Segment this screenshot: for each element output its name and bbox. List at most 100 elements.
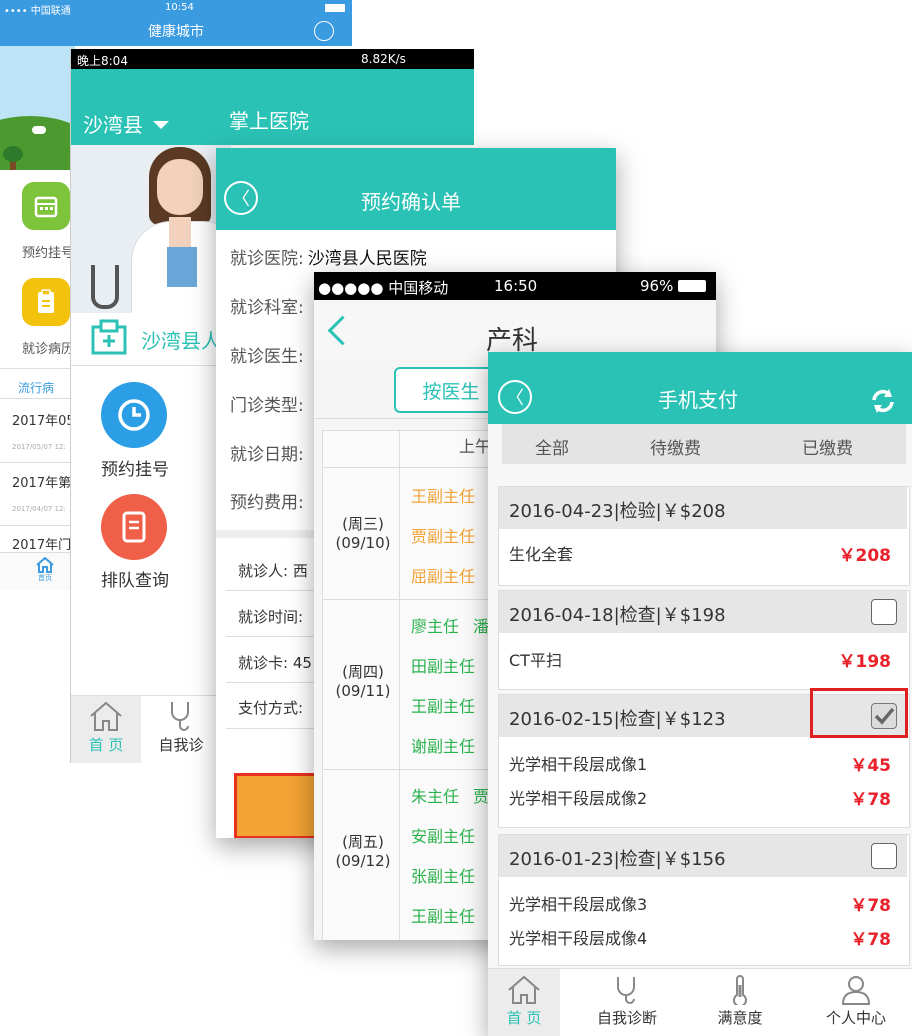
nav-home[interactable]: 首 页 [488, 969, 560, 1036]
doctor-slot[interactable]: 王副主任 [411, 693, 475, 717]
queue-icon[interactable] [101, 494, 167, 560]
item-name: 光学相干段层成像1 [509, 755, 648, 774]
status-bar: •••• 中国联通 10:54 [0, 0, 352, 17]
day-label: (周四) (09/11) [333, 661, 393, 700]
day-label: (周五) (09/12) [333, 831, 393, 870]
doctor-slot[interactable]: 张副主任 [411, 863, 475, 887]
info-label: 就诊医生: [230, 347, 304, 367]
home-icon [90, 701, 122, 731]
nav-home[interactable]: 首 页 [71, 696, 141, 763]
doctor-slot[interactable]: 王副主任 [411, 903, 475, 927]
hospital-icon [89, 319, 129, 355]
checkbox[interactable] [871, 599, 897, 625]
tab-epidemic[interactable]: 流行病 [18, 379, 55, 399]
page-title: 健康城市 [148, 24, 204, 40]
doctor-photo [71, 145, 231, 313]
home-icon [36, 557, 54, 573]
highlight-box [810, 688, 908, 738]
banner-image [0, 46, 75, 170]
title-bar: 健康城市 [0, 16, 352, 46]
info-label: 就诊时间: [238, 608, 304, 626]
battery-icon [325, 4, 345, 12]
menu-appointment-label: 预约挂号 [22, 246, 75, 261]
refresh-icon[interactable] [870, 388, 896, 414]
bill-item: 光学相干段层成像3 ￥78 [509, 891, 901, 921]
doctor-slot[interactable]: 朱主任 [411, 783, 459, 807]
checkbox[interactable] [871, 843, 897, 869]
home-icon [508, 975, 540, 1004]
bill-header-text: 2016-04-18|检查|￥$198 [509, 605, 726, 626]
status-carrier: •••• 中国联通 [4, 6, 71, 17]
nav-self-diagnosis-label: 自我诊断 [596, 1009, 657, 1027]
header-bar: 〈 手机支付 [488, 352, 912, 424]
item-price: ￥78 [850, 790, 891, 810]
weekday: (周五) [342, 833, 384, 851]
item-price: ￥208 [838, 546, 892, 566]
item-price: ￥78 [850, 896, 891, 916]
bill-header: 2016-04-18|检查|￥$198 [499, 591, 907, 633]
info-label: 就诊日期: [230, 445, 304, 465]
doctor-slot[interactable]: 谢副主任 [411, 733, 475, 757]
thermometer-icon [733, 975, 747, 1005]
tab-all[interactable]: 全部 [535, 434, 569, 459]
clock-icon[interactable] [101, 382, 167, 448]
nav-home-label: 首页 [38, 574, 52, 582]
header-bar: 〈 预约确认单 [216, 148, 616, 230]
doctor-slot[interactable]: 王副主任 [411, 483, 475, 507]
info-label: 就诊人: [238, 562, 289, 580]
user-icon[interactable] [314, 21, 334, 41]
records-icon[interactable] [22, 278, 70, 326]
doctor-slot[interactable]: 潘 [473, 613, 489, 637]
news-item[interactable]: 2017年门 [12, 534, 71, 553]
doctor-slot[interactable]: 田副主任 [411, 653, 475, 677]
weekday: (周四) [342, 663, 384, 681]
item-name: 光学相干段层成像2 [509, 789, 648, 808]
page-title: 预约确认单 [361, 190, 461, 214]
info-label: 就诊卡: [238, 654, 289, 672]
doctor-slot[interactable]: 贾副主任 [411, 523, 475, 547]
person-icon [841, 976, 871, 1005]
doctor-slot[interactable]: 贾 [473, 783, 489, 807]
nav-home[interactable]: 首页 [28, 557, 62, 583]
bill-header-text: 2016-02-15|检查|￥$123 [509, 709, 726, 730]
hospital-name: 沙湾县人 [141, 329, 221, 353]
status-bar: ●●●●● 中国移动 16:50 96% [314, 272, 716, 300]
back-chevron-icon[interactable] [327, 315, 358, 346]
info-label: 预约费用: [230, 493, 304, 513]
info-label: 门诊类型: [230, 396, 304, 416]
chevron-down-icon[interactable] [153, 121, 169, 129]
back-icon[interactable]: 〈 [498, 380, 532, 414]
info-row: 就诊人: 西 [238, 560, 308, 581]
nav-self-diagnosis-label: 自我诊 [158, 736, 204, 754]
menu-appointment-label: 预约挂号 [101, 460, 169, 480]
filter-tabs: 全部 待缴费 已缴费 [502, 424, 906, 464]
doctor-slot[interactable]: 安副主任 [411, 823, 475, 847]
tab-paid[interactable]: 已缴费 [802, 434, 853, 459]
date: (09/10) [335, 534, 391, 552]
bill-item: 光学相干段层成像2 ￥78 [509, 785, 901, 815]
info-row: 就诊卡: 45 [238, 652, 312, 673]
bottom-nav: 首 页 自我诊断 满意度 个人中心 [488, 968, 912, 1036]
tab-pending[interactable]: 待缴费 [650, 434, 701, 459]
back-icon[interactable]: 〈 [224, 181, 258, 215]
screen-mobile-payment: 〈 手机支付 全部 待缴费 已缴费 2016-04-23|检验|￥$208 生化… [488, 352, 912, 1036]
col-header-morning: 上午 [459, 437, 492, 456]
header-bar: 沙湾县 掌上医院 [71, 69, 474, 145]
location-selector[interactable]: 沙湾县 [83, 109, 143, 138]
bill-group: 2016-01-23|检查|￥$156 光学相干段层成像3 ￥78 光学相干段层… [498, 834, 910, 966]
item-name: 光学相干段层成像4 [509, 929, 648, 948]
nav-satisfaction[interactable]: 满意度 [694, 969, 786, 1036]
hospital-value: 沙湾县人民医院 [307, 249, 427, 269]
status-time: 16:50 [494, 277, 538, 295]
news-item[interactable]: 2017年05 2017/05/07 12: [12, 410, 75, 451]
nav-self-diagnosis[interactable]: 自我诊 [141, 696, 221, 763]
menu-records-label: 就诊病历 [22, 342, 75, 357]
nav-self-diagnosis[interactable]: 自我诊断 [574, 969, 680, 1036]
battery-icon [678, 280, 706, 292]
doctor-slot[interactable]: 廖主任 [411, 613, 459, 637]
doctor-slot[interactable]: 屈副主任 [411, 563, 475, 587]
info-value: 45 [292, 654, 312, 672]
nav-profile[interactable]: 个人中心 [806, 969, 906, 1036]
appointment-icon[interactable] [22, 182, 70, 230]
status-time: 10:54 [165, 2, 194, 13]
